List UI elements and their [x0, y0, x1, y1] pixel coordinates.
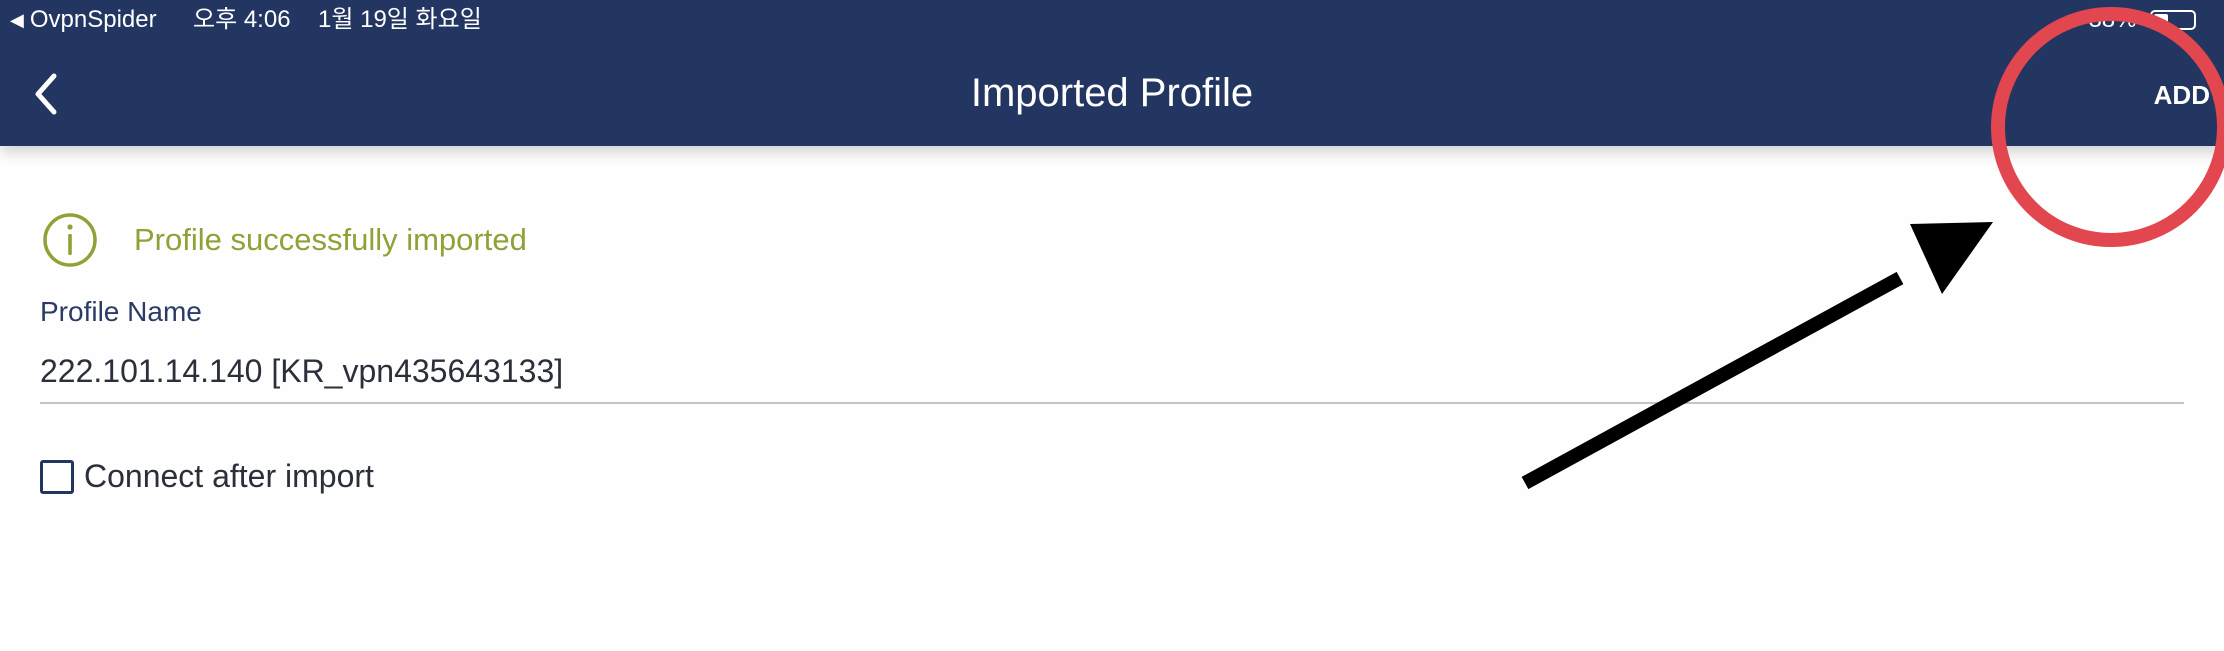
import-success-message: Profile successfully imported	[42, 212, 527, 268]
battery-icon	[2150, 10, 2196, 30]
add-button[interactable]: ADD	[2110, 70, 2210, 120]
connect-after-import-label: Connect after import	[84, 458, 374, 494]
back-triangle-icon: ◀	[10, 10, 24, 30]
connect-after-import-option[interactable]: Connect after import	[40, 458, 374, 495]
connect-after-import-checkbox[interactable]	[40, 459, 74, 494]
status-right-cluster: ➚ 38%	[2060, 0, 2136, 40]
status-time: 오후 4:06	[193, 6, 291, 33]
page-title: Imported Profile	[970, 71, 1254, 115]
battery-percentage: 38%	[2088, 6, 2137, 33]
info-circle-icon	[43, 213, 97, 267]
profile-name-label: Profile Name	[40, 296, 202, 327]
status-bar: ◀ OvpnSpider 오후 4:06 1월 19일 화요일 ➚ 38%	[0, 0, 2224, 40]
status-back-to-app[interactable]: ◀ OvpnSpider	[10, 0, 157, 40]
battery-level	[2154, 14, 2168, 26]
chevron-left-icon	[35, 73, 57, 115]
back-button[interactable]	[30, 66, 74, 122]
status-date: 1월 19일 화요일	[318, 6, 482, 33]
annotation-arrow-head	[1910, 222, 1993, 294]
profile-name-input[interactable]	[40, 340, 2184, 404]
status-back-app-label: OvpnSpider	[29, 6, 157, 33]
location-arrow-icon: ➚	[2060, 7, 2079, 32]
success-message-text: Profile successfully imported	[134, 222, 527, 257]
navigation-bar: ◀ OvpnSpider 오후 4:06 1월 19일 화요일 ➚ 38% Im…	[0, 0, 2224, 146]
imported-profile-screen: ◀ OvpnSpider 오후 4:06 1월 19일 화요일 ➚ 38% Im…	[0, 0, 2224, 651]
